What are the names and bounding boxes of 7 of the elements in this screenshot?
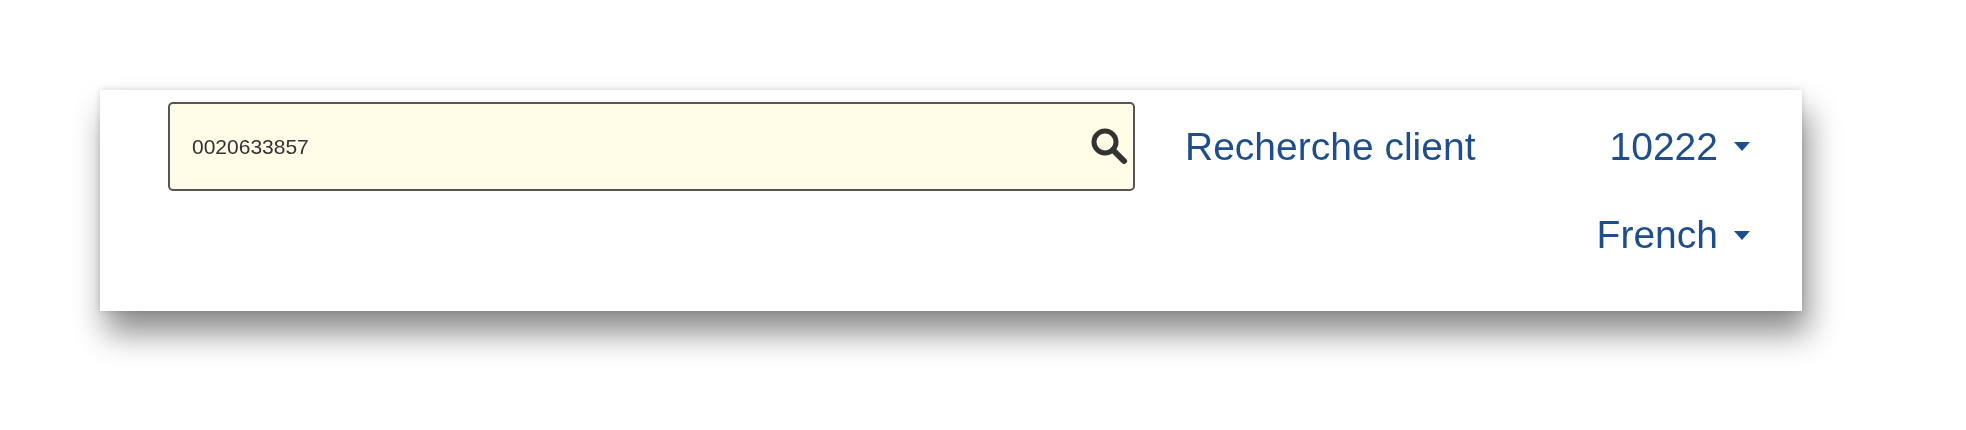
user-menu[interactable]: 10222 (1609, 124, 1750, 169)
search-icon[interactable] (1089, 126, 1129, 166)
caret-icon (1734, 142, 1750, 151)
caret-icon (1734, 230, 1750, 240)
customer-search-link[interactable]: Recherche client (1185, 124, 1476, 169)
language-menu[interactable]: French (1596, 213, 1750, 257)
search-field[interactable]: 0020633857 (168, 102, 1135, 191)
